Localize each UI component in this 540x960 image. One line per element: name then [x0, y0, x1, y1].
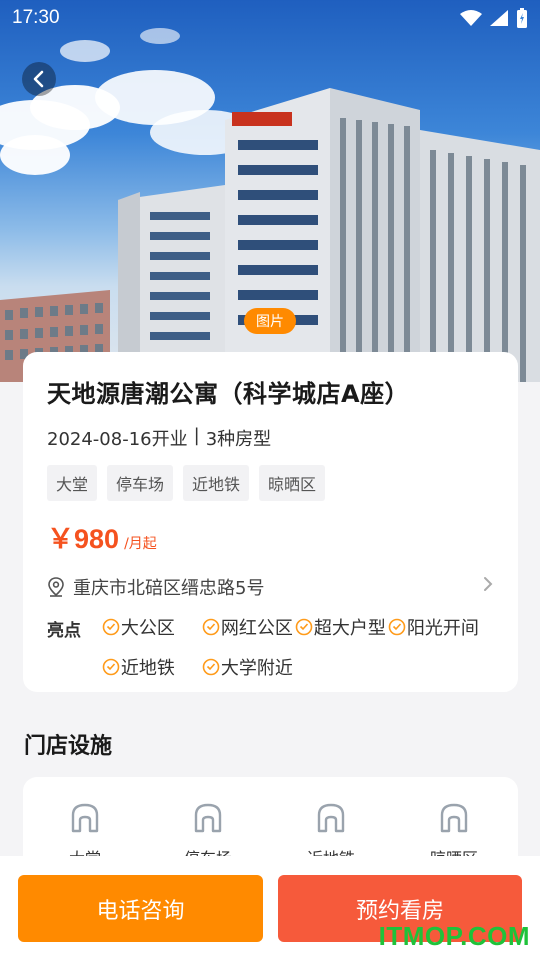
bottom-action-bar: 电话咨询 预约看房 ITMOP.COM [0, 856, 540, 960]
highlights-list: 大公区 网红公区 超大户型 阳光开间 近地铁 大学附近 [102, 614, 494, 680]
highlight-text: 大公区 [120, 618, 175, 639]
status-time: 17:30 [12, 7, 60, 28]
chevron-left-icon [33, 70, 44, 88]
clock-check-icon [102, 658, 120, 676]
house-icon [317, 803, 345, 833]
tag: 晾晒区 [259, 465, 326, 501]
highlight-text: 近地铁 [120, 658, 175, 679]
house-icon [71, 803, 99, 833]
clock-check-icon [388, 618, 406, 636]
highlight-text: 大学附近 [220, 658, 293, 679]
apartment-meta: 2024-08-16开业 | 3种房型 [47, 425, 494, 451]
highlight-text: 阳光开间 [406, 618, 479, 639]
facilities-title: 门店设施 [24, 734, 113, 759]
status-bar: 17:30 [0, 0, 540, 36]
highlight-item: 大学附近 [202, 654, 293, 680]
signal-icon [490, 10, 508, 26]
highlight-item: 网红公区 [202, 614, 293, 640]
highlight-text: 网红公区 [220, 618, 293, 639]
highlight-item: 阳光开间 [388, 614, 479, 640]
highlights-row: 亮点 大公区 网红公区 超大户型 阳光开间 近地铁 大学附近 [47, 614, 494, 680]
opening-date: 2024-08-16开业 [47, 429, 188, 450]
tag: 大堂 [47, 465, 98, 501]
back-button[interactable] [22, 62, 56, 96]
address-row[interactable]: 重庆市北碚区缙忠路5号 [47, 574, 494, 600]
apartment-info-card: 天地源唐潮公寓（科学城店A座） 2024-08-16开业 | 3种房型 大堂 停… [23, 352, 518, 692]
photo-badge[interactable]: 图片 [244, 308, 296, 334]
tag: 近地铁 [183, 465, 250, 501]
hero-photo[interactable]: 17:30 图片 [0, 0, 540, 382]
wifi-icon [460, 10, 482, 26]
highlight-item: 大公区 [102, 614, 200, 640]
status-icons [460, 8, 528, 28]
clock-check-icon [202, 658, 220, 676]
address-text: 重庆市北碚区缙忠路5号 [73, 578, 265, 599]
tag: 停车场 [107, 465, 174, 501]
highlight-item: 超大户型 [295, 614, 386, 640]
price-row: ￥980 /月起 [47, 517, 494, 556]
call-consult-button[interactable]: 电话咨询 [18, 875, 263, 942]
house-icon [440, 803, 468, 833]
chevron-right-icon [484, 577, 493, 591]
battery-icon [517, 8, 527, 28]
clock-check-icon [202, 618, 220, 636]
tag-list: 大堂 停车场 近地铁 晾晒区 [47, 465, 494, 501]
highlights-label: 亮点 [47, 621, 81, 641]
clock-check-icon [295, 618, 313, 636]
highlight-item: 近地铁 [102, 654, 200, 680]
highlight-text: 超大户型 [313, 618, 386, 639]
clock-check-icon [102, 618, 120, 636]
price: ￥980 [47, 524, 120, 554]
location-pin-icon [48, 577, 64, 597]
room-types: 3种房型 [205, 429, 272, 450]
house-icon [194, 803, 222, 833]
apartment-name: 天地源唐潮公寓（科学城店A座） [47, 380, 410, 408]
watermark: ITMOP.COM [378, 921, 530, 951]
meta-separator: | [193, 425, 200, 446]
price-unit: /月起 [124, 536, 157, 552]
